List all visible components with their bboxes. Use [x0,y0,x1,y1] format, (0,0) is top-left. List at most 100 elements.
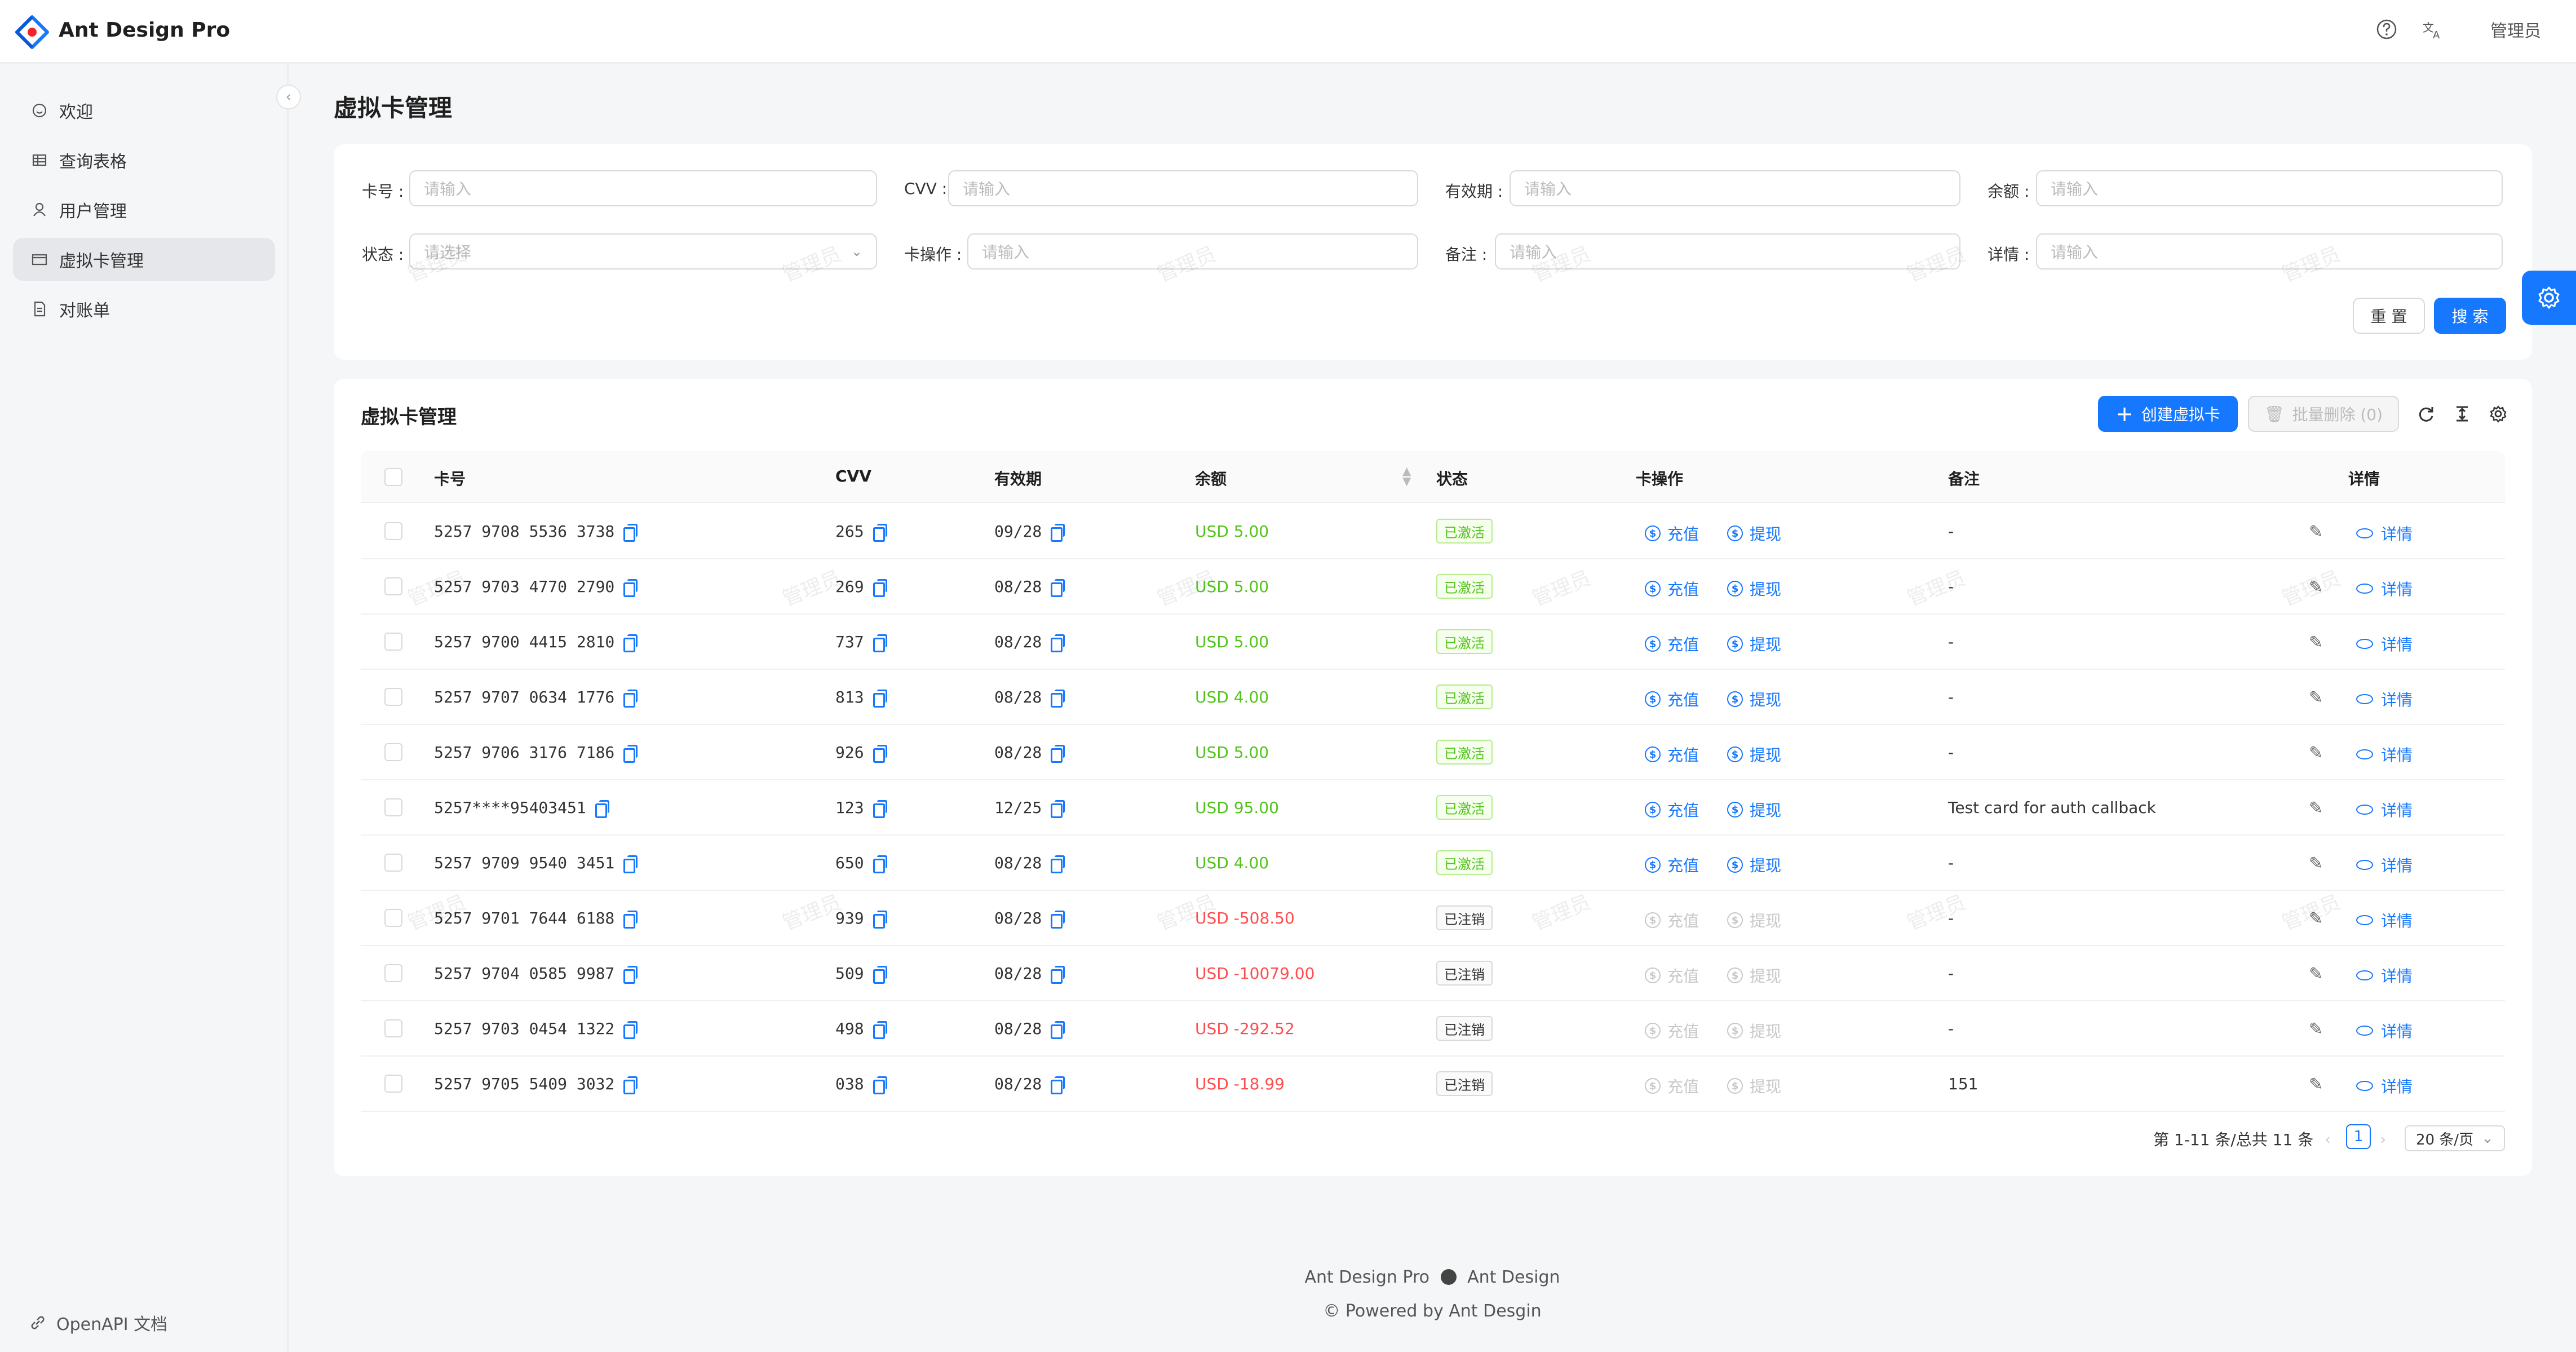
row-checkbox[interactable] [384,688,402,706]
create-card-button[interactable]: + 创建虚拟卡 [2098,396,2238,432]
edit-icon[interactable]: ✎ [2309,577,2323,597]
row-checkbox[interactable] [384,633,402,651]
recharge-link[interactable]: $ 充值 [1645,854,1699,876]
withdraw-link[interactable]: $ 提现 [1727,743,1781,766]
card-op-input[interactable]: 请输入 [967,233,1418,269]
edit-icon[interactable]: ✎ [2309,688,2323,708]
recharge-link[interactable]: $ 充值 [1645,909,1699,931]
copy-icon[interactable] [1051,799,1065,818]
copy-icon[interactable] [623,634,638,652]
cvv-input[interactable]: 请输入 [948,170,1418,206]
edit-icon[interactable]: ✎ [2309,1019,2323,1039]
setting-icon[interactable] [2489,405,2507,423]
withdraw-link[interactable]: $ 提现 [1727,909,1781,931]
copy-icon[interactable] [873,1020,887,1039]
copy-icon[interactable] [1051,965,1065,984]
balance-input[interactable]: 请输入 [2036,170,2503,206]
copy-icon[interactable] [623,965,638,984]
recharge-link[interactable]: $ 充值 [1645,522,1699,545]
sidebar-item-statement[interactable]: 对账单 [13,288,275,330]
withdraw-link[interactable]: $ 提现 [1727,1075,1781,1097]
copy-icon[interactable] [595,799,609,818]
edit-icon[interactable]: ✎ [2309,743,2323,763]
bulk-delete-button[interactable]: 🗑 批量删除 (0) [2248,396,2399,432]
pagination-current[interactable]: 1 [2346,1124,2371,1149]
sidebar-item-welcome[interactable]: 欢迎 [13,89,275,132]
row-checkbox[interactable] [384,909,402,927]
copy-icon[interactable] [873,799,887,818]
question-circle-icon[interactable] [2375,18,2398,41]
copy-icon[interactable] [623,578,638,597]
sidebar-collapse-button[interactable]: ‹ [276,85,301,109]
withdraw-link[interactable]: $ 提现 [1727,964,1781,987]
copy-icon[interactable] [1051,634,1065,652]
recharge-link[interactable]: $ 充值 [1645,1075,1699,1097]
reload-icon[interactable] [2417,405,2435,423]
copy-icon[interactable] [873,855,887,873]
copy-icon[interactable] [1051,744,1065,763]
withdraw-link[interactable]: $ 提现 [1727,633,1781,655]
copy-icon[interactable] [1051,855,1065,873]
copy-icon[interactable] [873,689,887,708]
user-name[interactable]: 管理员 [2490,17,2541,42]
recharge-link[interactable]: $ 充值 [1645,964,1699,987]
detail-link[interactable]: 详情 [2356,964,2413,987]
copy-icon[interactable] [873,523,887,542]
sort-icon[interactable]: ▲ ▼ [1402,465,1411,487]
row-checkbox[interactable] [384,1075,402,1093]
copy-icon[interactable] [873,634,887,652]
copy-icon[interactable] [623,1076,638,1094]
recharge-link[interactable]: $ 充值 [1645,743,1699,766]
expiry-input[interactable]: 请输入 [1510,170,1960,206]
reset-button[interactable]: 重 置 [2353,298,2425,334]
note-input[interactable]: 请输入 [1495,233,1960,269]
edit-icon[interactable]: ✎ [2309,1075,2323,1094]
copy-icon[interactable] [1051,1020,1065,1039]
copy-icon[interactable] [873,578,887,597]
copy-icon[interactable] [1051,689,1065,708]
edit-icon[interactable]: ✎ [2309,854,2323,873]
next-page-icon[interactable]: › [2380,1130,2386,1148]
row-checkbox[interactable] [384,522,402,540]
row-checkbox[interactable] [384,798,402,816]
row-checkbox[interactable] [384,577,402,595]
footer-link-antd[interactable]: Ant Design [1467,1267,1560,1287]
copy-icon[interactable] [623,523,638,542]
detail-link[interactable]: 详情 [2356,633,2413,655]
sidebar-item-virtual-cards[interactable]: 虚拟卡管理 [13,238,275,281]
detail-link[interactable]: 详情 [2356,743,2413,766]
copy-icon[interactable] [623,1020,638,1039]
copy-icon[interactable] [873,965,887,984]
recharge-link[interactable]: $ 充值 [1645,1019,1699,1042]
footer-link-pro[interactable]: Ant Design Pro [1304,1267,1429,1287]
copy-icon[interactable] [623,910,638,929]
sidebar-item-users[interactable]: 用户管理 [13,188,275,231]
edit-icon[interactable]: ✎ [2309,633,2323,652]
recharge-link[interactable]: $ 充值 [1645,798,1699,821]
column-header[interactable]: 余额 [1195,467,1227,489]
withdraw-link[interactable]: $ 提现 [1727,522,1781,545]
row-checkbox[interactable] [384,964,402,982]
withdraw-link[interactable]: $ 提现 [1727,854,1781,876]
copy-icon[interactable] [873,1076,887,1094]
recharge-link[interactable]: $ 充值 [1645,688,1699,710]
row-checkbox[interactable] [384,1019,402,1037]
detail-link[interactable]: 详情 [2356,577,2413,600]
copy-icon[interactable] [623,855,638,873]
copy-icon[interactable] [623,689,638,708]
row-checkbox[interactable] [384,743,402,761]
edit-icon[interactable]: ✎ [2309,522,2323,542]
withdraw-link[interactable]: $ 提现 [1727,798,1781,821]
copy-icon[interactable] [873,910,887,929]
openapi-doc-link[interactable]: OpenAPI 文档 [29,1310,167,1335]
copy-icon[interactable] [1051,578,1065,597]
copy-icon[interactable] [1051,1076,1065,1094]
edit-icon[interactable]: ✎ [2309,798,2323,818]
status-select[interactable]: 请选择 ⌄ [409,233,877,269]
detail-link[interactable]: 详情 [2356,688,2413,710]
search-button[interactable]: 搜 索 [2434,298,2506,334]
detail-input[interactable]: 请输入 [2036,233,2503,269]
copy-icon[interactable] [1051,910,1065,929]
copy-icon[interactable] [1051,523,1065,542]
github-icon[interactable] [1440,1269,1457,1285]
